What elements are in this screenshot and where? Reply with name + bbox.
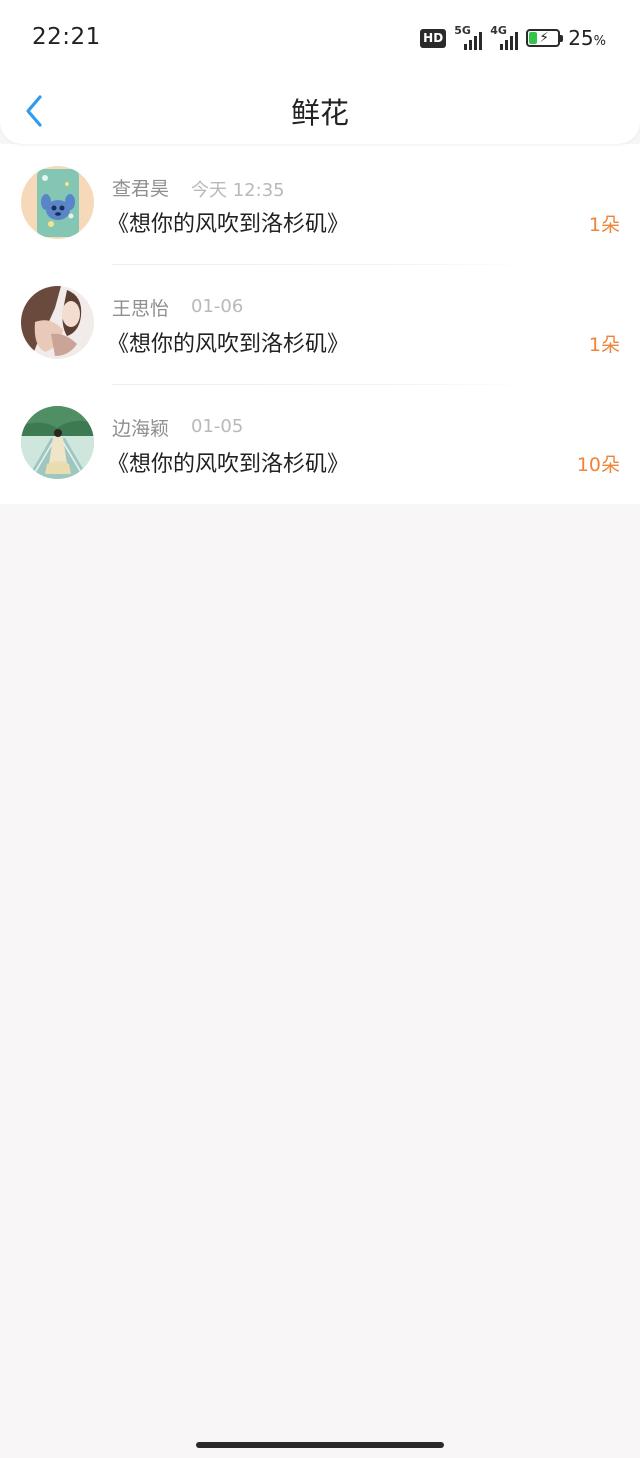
signal-4g-icon: 4G xyxy=(490,24,519,50)
flower-count: 10朵 xyxy=(576,454,620,476)
network-4g-label: 4G xyxy=(490,24,507,37)
status-icons: HD 5G 4G ⚡ 25% xyxy=(420,24,606,52)
page-title: 鲜花 xyxy=(290,96,349,130)
avatar[interactable] xyxy=(21,286,94,359)
list-item[interactable]: 王思怡 01-06 《想你的风吹到洛杉矶》 1朵 xyxy=(0,264,640,384)
gift-time: 今天 12:35 xyxy=(191,180,285,201)
battery-percent: 25% xyxy=(568,26,606,50)
song-title: 《想你的风吹到洛杉矶》 xyxy=(107,212,350,237)
list-item[interactable]: 查君昊 今天 12:35 《想你的风吹到洛杉矶》 1朵 xyxy=(0,144,640,264)
gift-time: 01-05 xyxy=(191,416,244,437)
top-bar: 22:21 HD 5G 4G ⚡ 25% 鲜花 xyxy=(0,0,640,144)
status-time: 22:21 xyxy=(32,24,101,50)
flower-count: 1朵 xyxy=(588,334,620,356)
sender-name: 王思怡 xyxy=(112,298,170,320)
network-5g-label: 5G xyxy=(454,24,471,37)
flower-gift-list: 查君昊 今天 12:35 《想你的风吹到洛杉矶》 1朵 王思怡 01-06 《想… xyxy=(0,144,640,504)
avatar[interactable] xyxy=(21,166,94,239)
sender-name: 查君昊 xyxy=(112,178,170,200)
home-indicator[interactable] xyxy=(196,1442,444,1448)
sender-name: 边海颖 xyxy=(112,418,170,440)
song-title: 《想你的风吹到洛杉矶》 xyxy=(107,452,350,477)
avatar[interactable] xyxy=(21,406,94,479)
list-item[interactable]: 边海颖 01-05 《想你的风吹到洛杉矶》 10朵 xyxy=(0,384,640,504)
signal-5g-icon: 5G xyxy=(454,24,483,50)
song-title: 《想你的风吹到洛杉矶》 xyxy=(107,332,350,357)
gift-time: 01-06 xyxy=(191,296,244,317)
status-bar: 22:21 HD 5G 4G ⚡ 25% xyxy=(0,0,640,78)
battery-charging-icon: ⚡ xyxy=(526,29,564,47)
flower-count: 1朵 xyxy=(588,214,620,236)
hd-badge: HD xyxy=(420,28,447,48)
